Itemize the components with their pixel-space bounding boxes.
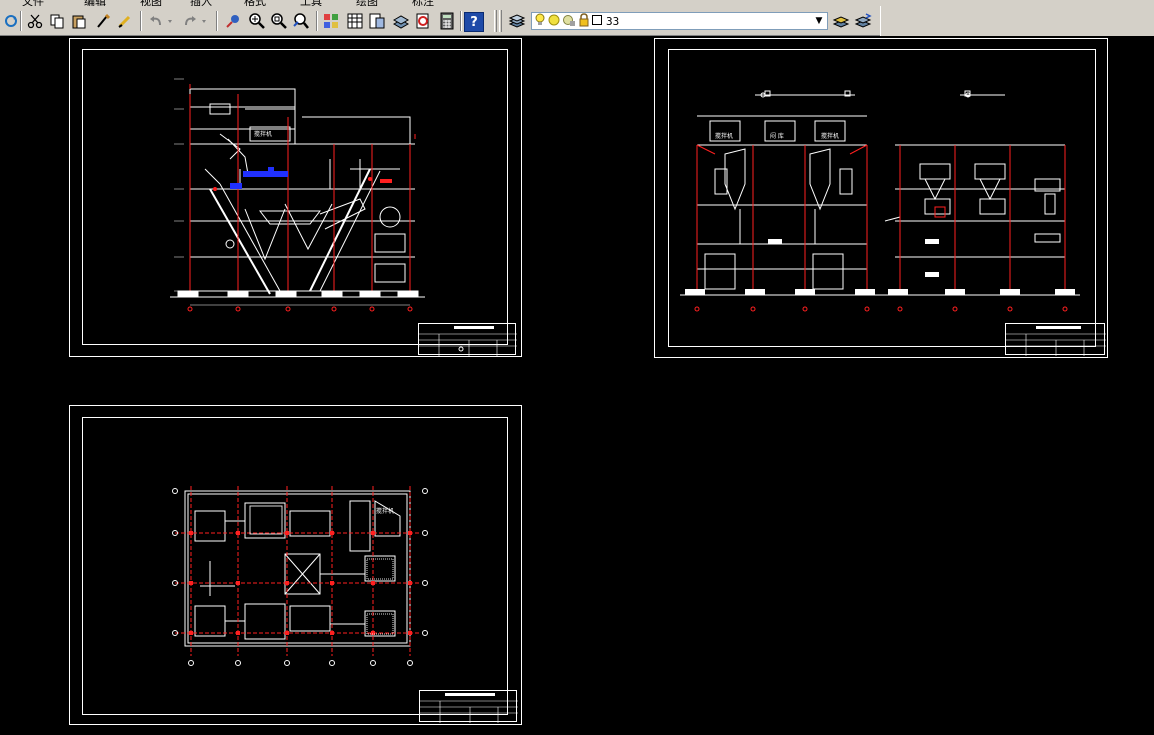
lock-icon[interactable] [577,12,591,30]
paste-icon[interactable] [68,10,90,32]
sheet-set-icon[interactable] [390,10,412,32]
cut-icon[interactable] [24,10,46,32]
layer-control-dropdown[interactable]: 33 ▼ [531,12,828,30]
brush-icon[interactable] [114,10,136,32]
standard-toolbar: ? 33 ▼ [0,6,1154,36]
layer-previous-icon[interactable] [852,10,874,32]
floor-plan-drawing [172,486,428,666]
chevron-down-icon[interactable]: ▼ [811,13,827,29]
drawing-canvas[interactable]: 搅拌机 搅拌机 闷 库 搅拌机 搅拌机 [0,37,1154,735]
match-properties-icon[interactable] [92,10,114,32]
elevation-drawing [170,78,425,312]
color-square-icon[interactable] [592,14,602,28]
bulb-on-icon[interactable] [534,13,546,30]
viewport-freeze-icon[interactable] [562,13,576,30]
layer-manager-icon[interactable] [506,10,528,32]
help-icon[interactable]: ? [464,12,484,32]
cross-sections-sheet[interactable]: 搅拌机 闷 库 搅拌机 [654,38,1108,358]
redo-icon[interactable] [180,10,210,32]
calculator-icon[interactable] [436,10,458,32]
markup-icon[interactable] [412,10,434,32]
zoom-realtime-icon[interactable] [246,10,268,32]
pan-icon[interactable] [222,10,244,32]
room-label: 搅拌机 [376,508,395,515]
sun-thaw-icon[interactable] [547,13,561,30]
copy-icon[interactable] [46,10,68,32]
undo-icon[interactable] [146,10,176,32]
layer-name: 33 [606,14,620,28]
refresh-icon[interactable] [0,10,22,32]
floor-plan-sheet[interactable]: 搅拌机 [69,405,522,725]
room-label: 搅拌机 [715,133,734,140]
properties-icon[interactable] [320,10,342,32]
cross-sections-drawing [680,90,1080,312]
zoom-previous-icon[interactable] [290,10,312,32]
zoom-window-icon[interactable] [268,10,290,32]
make-object-layer-current-icon[interactable] [830,10,852,32]
room-label: 搅拌机 [254,131,273,138]
elevation-section-sheet[interactable]: 搅拌机 [69,38,522,357]
design-center-icon[interactable] [344,10,366,32]
tool-palette-icon[interactable] [366,10,388,32]
room-label: 搅拌机 [821,133,840,140]
room-label: 闷 库 [770,133,784,140]
